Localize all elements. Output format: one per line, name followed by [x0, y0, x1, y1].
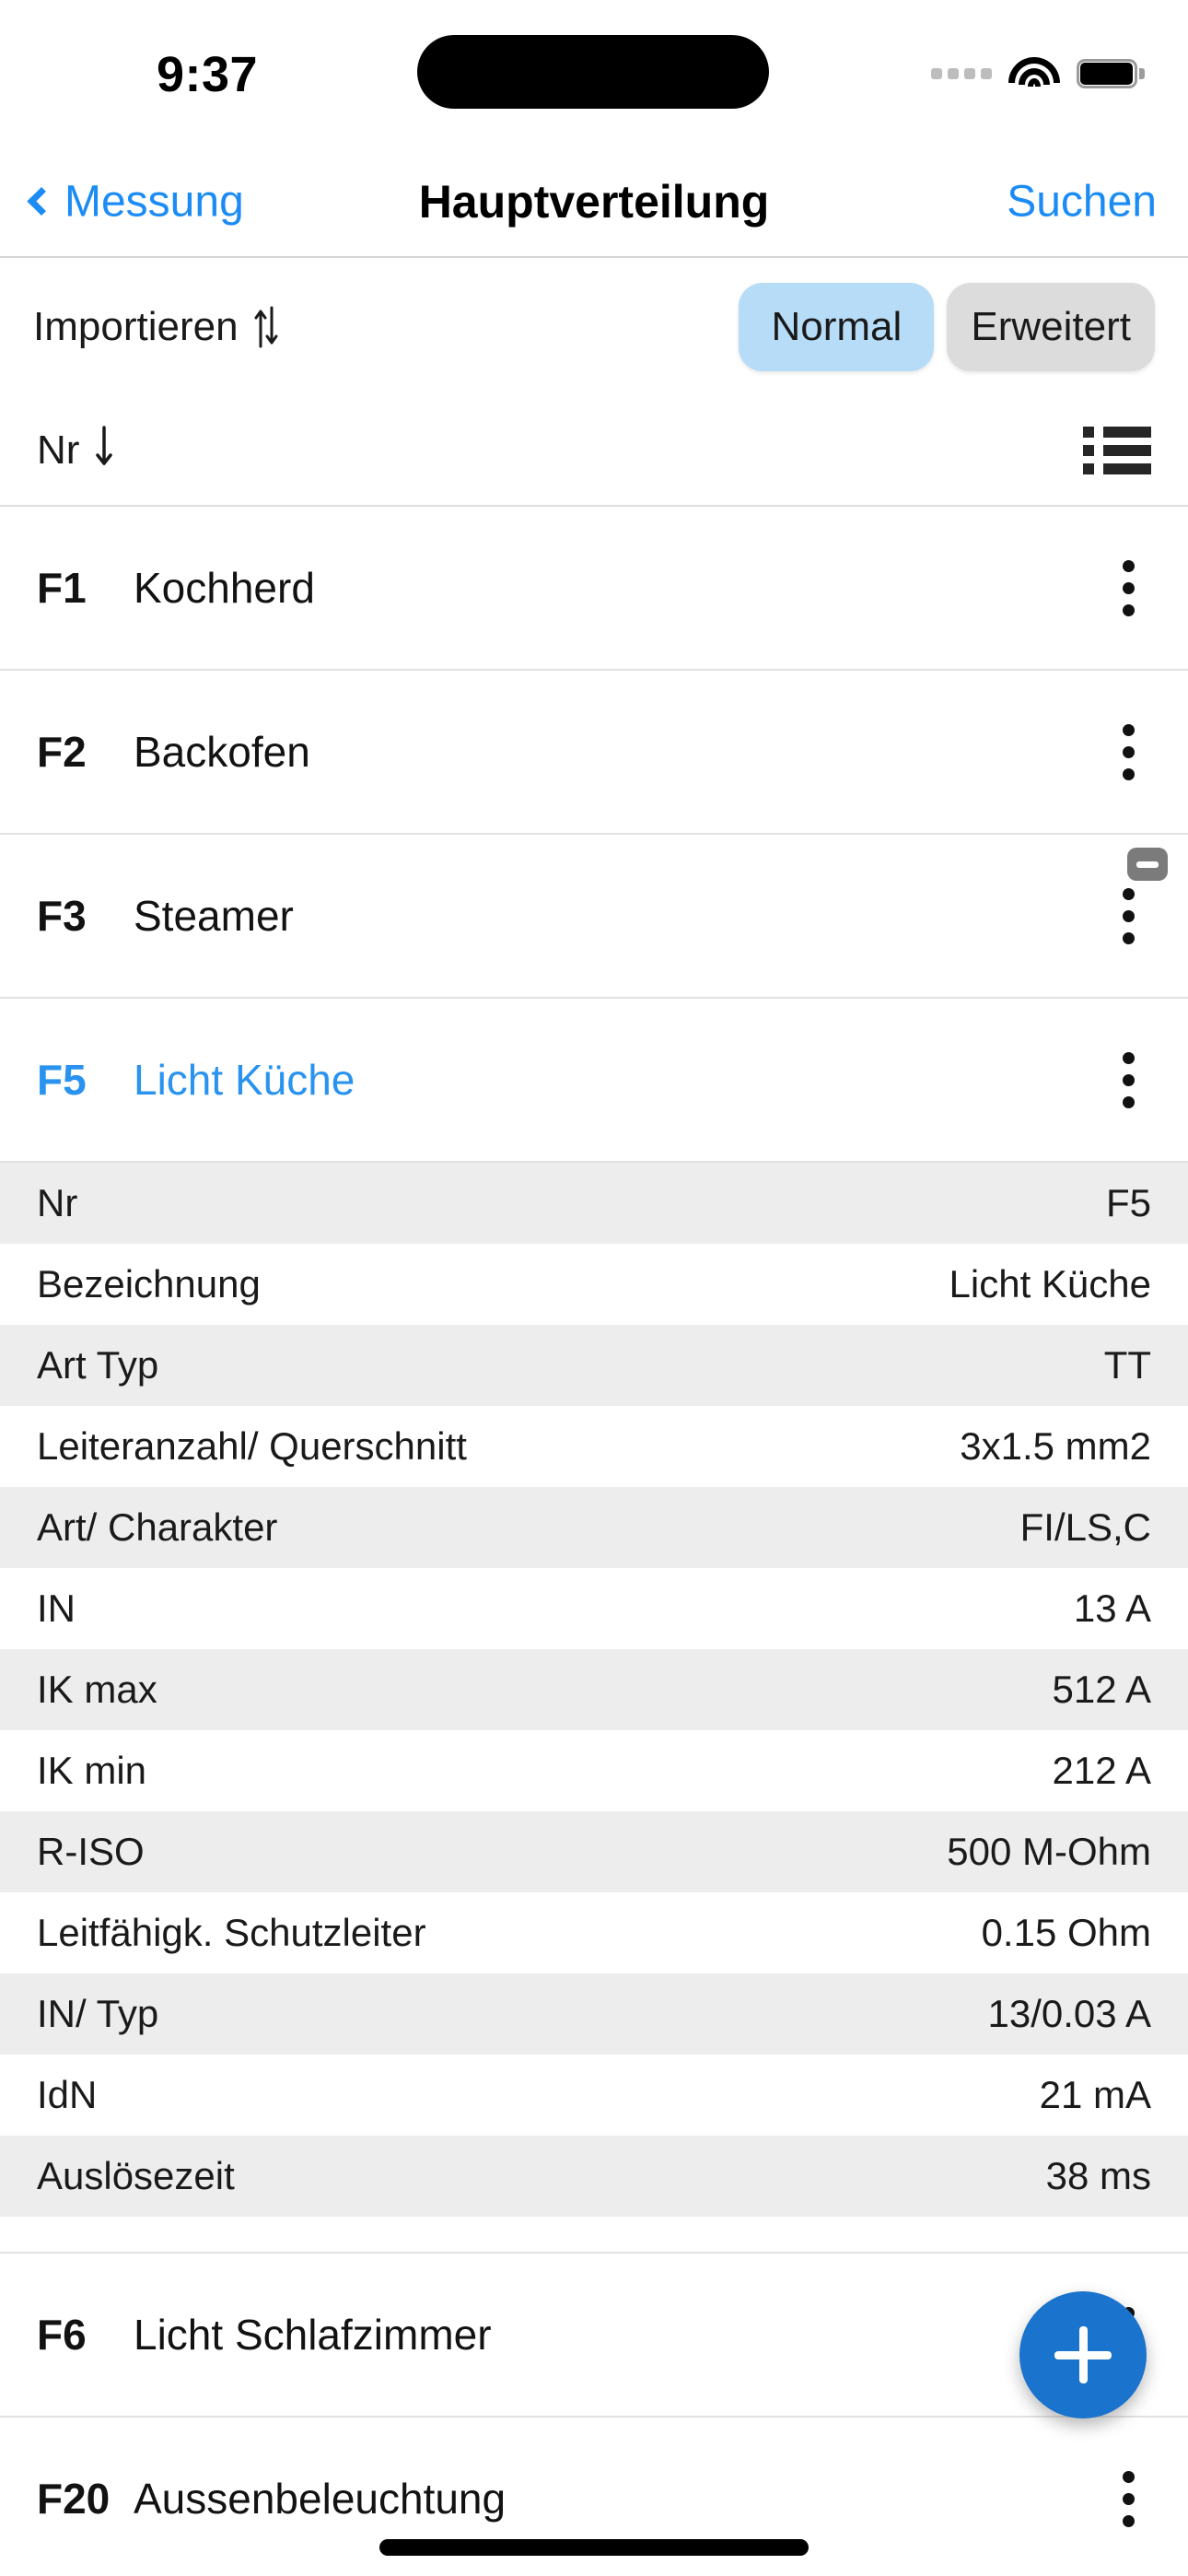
minus-badge-icon[interactable] — [1127, 848, 1168, 881]
row-code: F5 — [37, 1056, 87, 1104]
detail-value: 38 ms — [1045, 2154, 1151, 2197]
detail-value: FI/LS,C — [1019, 1505, 1151, 1549]
table-row[interactable]: F3 Steamer — [0, 835, 1188, 999]
row-name: Steamer — [134, 892, 294, 940]
detail-value: 13 A — [1073, 1587, 1151, 1630]
detail-row: Leiteranzahl/ Querschnitt 3x1.5 mm2 — [0, 1406, 1188, 1487]
detail-panel-spacer — [0, 2217, 1188, 2254]
detail-label: Bezeichnung — [37, 1262, 261, 1306]
view-mode-segments: Normal Erweitert — [739, 283, 1155, 371]
page-title: Hauptverteilung — [418, 176, 770, 228]
detail-label: IdN — [37, 2073, 98, 2116]
row-name: Kochherd — [134, 564, 315, 612]
detail-row: IK max 512 A — [0, 1649, 1188, 1730]
detail-value: F5 — [1105, 1181, 1151, 1224]
detail-row: Art/ Charakter FI/LS,C — [0, 1487, 1188, 1568]
detail-label: IK max — [37, 1668, 157, 1711]
detail-label: IN/ Typ — [37, 1992, 159, 2035]
detail-value: 512 A — [1052, 1668, 1151, 1711]
row-name: Aussenbeleuchtung — [134, 2475, 507, 2523]
kebab-menu-icon[interactable] — [1106, 875, 1151, 957]
row-name: Licht Schlafzimmer — [134, 2311, 492, 2359]
detail-label: R-ISO — [37, 1830, 145, 1873]
row-code: F3 — [37, 892, 87, 940]
segment-erweitert[interactable]: Erweitert — [947, 283, 1155, 371]
segment-normal[interactable]: Normal — [739, 283, 935, 371]
detail-row: IN/ Typ 13/0.03 A — [0, 1973, 1188, 2055]
import-button-label: Importieren — [33, 304, 239, 349]
arrows-up-down-icon — [253, 306, 279, 348]
detail-value: 3x1.5 mm2 — [960, 1424, 1151, 1468]
wifi-icon — [1008, 55, 1060, 92]
row-code: F6 — [37, 2311, 87, 2359]
sort-by-label: Nr — [37, 427, 80, 473]
detail-label: Leiteranzahl/ Querschnitt — [37, 1424, 467, 1468]
detail-row: Nr F5 — [0, 1163, 1188, 1244]
kebab-menu-icon[interactable] — [1106, 2458, 1151, 2540]
detail-label: Art Typ — [37, 1343, 159, 1387]
back-button-label: Messung — [64, 177, 244, 227]
detail-value: Licht Küche — [949, 1262, 1151, 1306]
back-button[interactable]: Messung — [27, 177, 244, 228]
import-button[interactable]: Importieren — [33, 304, 279, 350]
battery-icon — [1077, 59, 1145, 88]
app-screen: 9:37 Messung Hauptverteilung Suchen Impo… — [0, 0, 1188, 2576]
detail-row: R-ISO 500 M-Ohm — [0, 1811, 1188, 1892]
row-code: F20 — [37, 2475, 111, 2523]
row-code: F1 — [37, 564, 87, 612]
detail-label: IN — [37, 1587, 76, 1630]
detail-value: 21 mA — [1039, 2073, 1151, 2116]
navigation-bar: Messung Hauptverteilung Suchen — [0, 147, 1188, 258]
table-row[interactable]: F6 Licht Schlafzimmer — [0, 2254, 1188, 2418]
status-bar: 9:37 — [0, 0, 1188, 147]
detail-label: IK min — [37, 1749, 147, 1792]
cellular-dots-icon — [931, 68, 992, 79]
circuit-list: F1 Kochherd F2 Backofen F3 Steamer F5 Li… — [0, 507, 1188, 2576]
chevron-left-icon — [27, 186, 56, 216]
toolbar: Importieren Normal Erweitert — [0, 258, 1188, 396]
detail-row: Art Typ TT — [0, 1325, 1188, 1406]
table-row[interactable]: F5 Licht Küche — [0, 999, 1188, 1163]
detail-value: 500 M-Ohm — [947, 1830, 1151, 1873]
row-code: F2 — [37, 728, 87, 776]
status-bar-icons — [931, 55, 1145, 92]
detail-value: 13/0.03 A — [987, 1992, 1152, 2035]
dynamic-island — [417, 35, 769, 109]
detail-value: 212 A — [1052, 1749, 1151, 1792]
detail-row: IN 13 A — [0, 1568, 1188, 1649]
detail-label: Art/ Charakter — [37, 1505, 278, 1549]
kebab-menu-icon[interactable] — [1106, 1039, 1151, 1121]
arrow-down-icon — [92, 425, 116, 477]
kebab-menu-icon[interactable] — [1106, 711, 1151, 793]
detail-row: Leitfähigk. Schutzleiter 0.15 Ohm — [0, 1892, 1188, 1973]
plus-icon — [1054, 2326, 1112, 2383]
detail-row: Auslösezeit 38 ms — [0, 2136, 1188, 2217]
table-row[interactable]: F2 Backofen — [0, 671, 1188, 835]
detail-row: Bezeichnung Licht Küche — [0, 1244, 1188, 1325]
detail-label: Auslösezeit — [37, 2154, 235, 2197]
detail-label: Nr — [37, 1181, 78, 1224]
add-button[interactable] — [1019, 2291, 1147, 2418]
table-row[interactable]: F1 Kochherd — [0, 507, 1188, 671]
status-bar-time: 9:37 — [157, 47, 259, 102]
list-bullet-icon[interactable] — [1083, 427, 1151, 474]
home-indicator[interactable] — [379, 2539, 809, 2556]
detail-panel: Nr F5 Bezeichnung Licht Küche Art Typ TT… — [0, 1163, 1188, 2254]
detail-value: TT — [1103, 1343, 1151, 1387]
detail-value: 0.15 Ohm — [981, 1911, 1151, 1954]
sort-bar: Nr — [0, 396, 1188, 507]
sort-by-nr-button[interactable]: Nr — [37, 425, 116, 477]
search-button[interactable]: Suchen — [1007, 177, 1157, 228]
kebab-menu-icon[interactable] — [1106, 547, 1151, 629]
row-name: Licht Küche — [134, 1056, 355, 1104]
detail-row: IK min 212 A — [0, 1730, 1188, 1811]
detail-label: Leitfähigk. Schutzleiter — [37, 1911, 426, 1954]
detail-row: IdN 21 mA — [0, 2055, 1188, 2136]
row-name: Backofen — [134, 728, 310, 776]
